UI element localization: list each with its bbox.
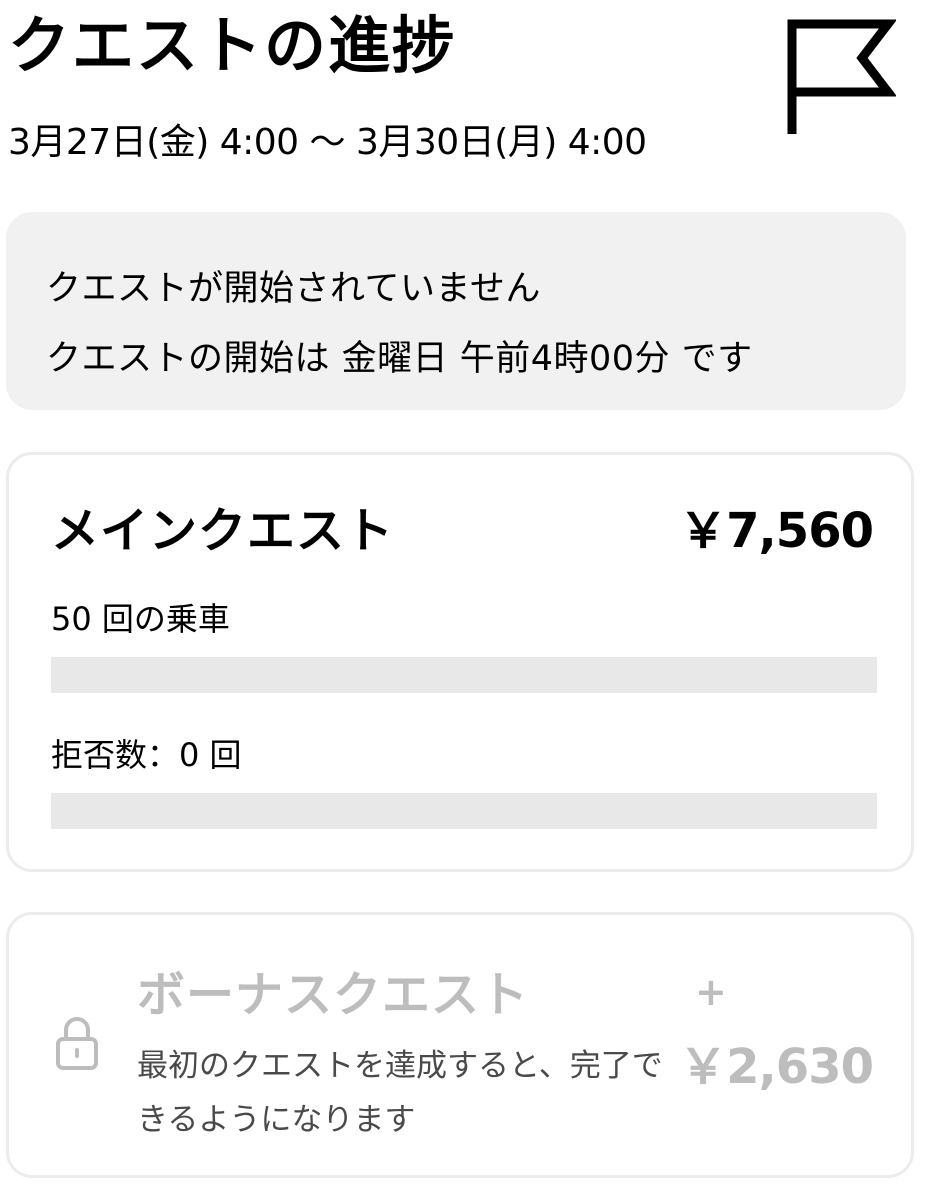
main-quest-card[interactable]: メインクエスト ￥7,560 50 回の乗車 拒否数：0 回 <box>6 452 914 872</box>
bonus-quest-title: ボーナスクエスト <box>137 967 530 1023</box>
rejections-progress-bar <box>51 793 877 829</box>
quest-not-started-notice: クエストが開始されていません クエストの開始は 金曜日 午前4時00分 です <box>6 212 906 410</box>
bonus-quest-amount: ￥2,630 <box>679 1039 874 1095</box>
notice-line-2: クエストの開始は 金曜日 午前4時00分 です <box>46 339 753 379</box>
bonus-quest-card[interactable]: ボーナスクエスト 最初のクエストを達成すると、完了できるようになります + ￥2… <box>6 912 914 1178</box>
lock-icon <box>56 1017 98 1070</box>
notice-line-1: クエストが開始されていません <box>46 269 541 309</box>
flag-icon[interactable] <box>784 18 896 136</box>
bonus-plus-sign: + <box>695 970 727 1014</box>
date-range: 3月27日(金) 4:00 〜 3月30日(月) 4:00 <box>8 122 647 163</box>
page-title: クエストの進捗 <box>8 9 457 82</box>
rides-progress-bar <box>51 657 877 693</box>
rides-goal-label: 50 回の乗車 <box>51 600 230 638</box>
main-quest-amount: ￥7,560 <box>679 503 874 559</box>
rejections-label: 拒否数：0 回 <box>51 736 242 774</box>
main-quest-title: メインクエスト <box>51 503 395 559</box>
bonus-quest-description: 最初のクエストを達成すると、完了できるようになります <box>137 1048 663 1138</box>
